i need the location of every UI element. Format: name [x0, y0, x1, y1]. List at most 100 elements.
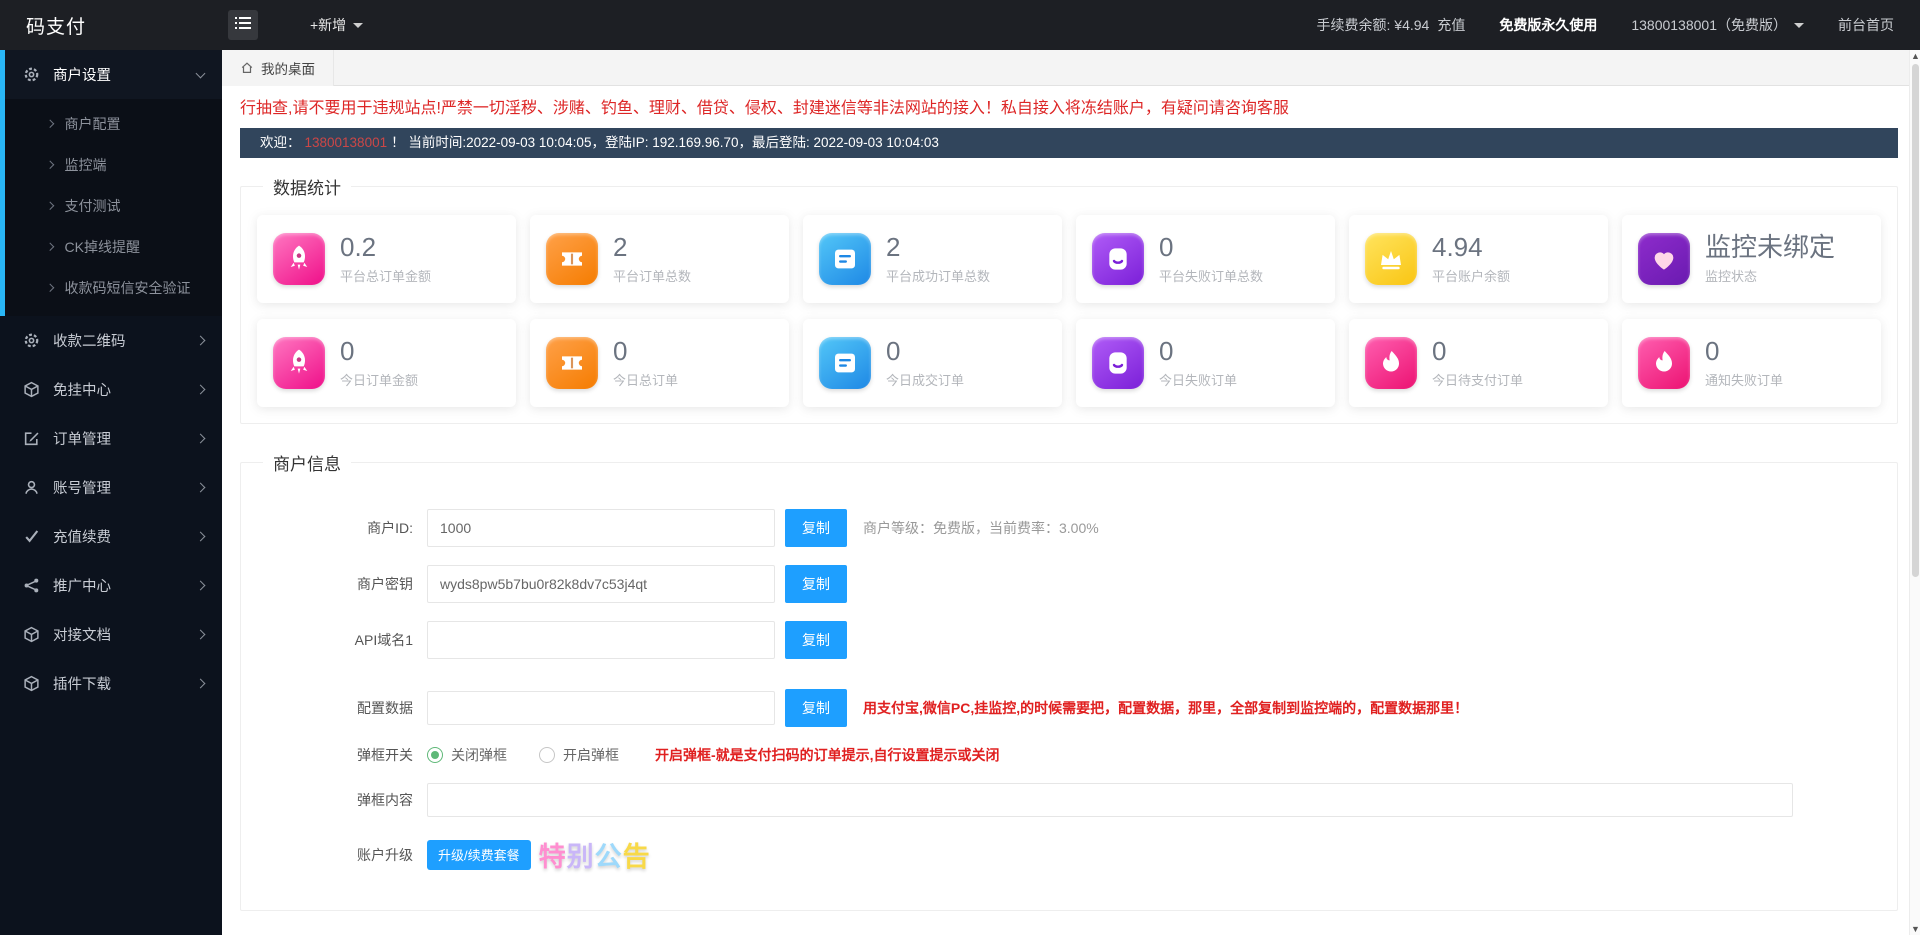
copy-button[interactable]: 复制	[785, 565, 847, 603]
check-icon	[23, 528, 40, 545]
free-version-badge[interactable]: 免费版永久使用	[1499, 15, 1597, 35]
sidebar-item-plugin-download[interactable]: 插件下载	[0, 659, 222, 708]
stat-label: 今日成交订单	[886, 370, 964, 389]
sidebar-item-order-management[interactable]: 订单管理	[0, 414, 222, 463]
chevron-right-icon	[196, 679, 206, 689]
stat-label: 今日失败订单	[1159, 370, 1237, 389]
merchant-id-input[interactable]	[427, 509, 775, 547]
share-icon	[23, 577, 40, 594]
config-data-row: 配置数据 复制 用支付宝,微信PC,挂监控,的时候需要把，配置数据，那里，全部复…	[317, 689, 1883, 727]
stat-card: 0 今日待支付订单	[1349, 319, 1608, 407]
stat-value: 0	[1159, 337, 1237, 367]
config-data-input[interactable]	[427, 691, 775, 725]
flame-icon	[1365, 337, 1417, 389]
ticket-icon	[546, 337, 598, 389]
stat-value: 2	[613, 233, 691, 263]
card-icon	[819, 337, 871, 389]
wallet-icon	[1092, 233, 1144, 285]
edit-icon	[23, 430, 40, 447]
copy-button[interactable]: 复制	[785, 509, 847, 547]
crown-icon	[1365, 233, 1417, 285]
popup-content-input[interactable]	[427, 783, 1793, 817]
sidebar-item-recharge-renew[interactable]: 充值续费	[0, 512, 222, 561]
radio-unchecked-icon	[539, 747, 555, 763]
sidebar: 商户设置 商户配置 监控端 支付测试 CK掉线提醒	[0, 50, 222, 935]
upgrade-renew-button[interactable]: 升级/续费套餐	[427, 840, 531, 870]
heart-icon	[1638, 233, 1690, 285]
sidebar-submenu: 商户配置 监控端 支付测试 CK掉线提醒 收款码短信安全验证	[5, 99, 222, 316]
stat-label: 平台账户余额	[1432, 266, 1510, 285]
welcome-account: 13800138001	[305, 135, 388, 150]
merchant-key-input[interactable]	[427, 565, 775, 603]
popup-switch-row: 弹框开关 关闭弹框 开启弹框 开启弹框-就是支付扫码的订单提示,自行设置提示或关…	[317, 745, 1883, 765]
sidebar-item-promotion-center[interactable]: 推广中心	[0, 561, 222, 610]
sidebar-group-merchant-settings: 商户设置 商户配置 监控端 支付测试 CK掉线提醒	[0, 50, 222, 316]
cube-icon	[23, 626, 40, 643]
sidebar-subitem-ck-offline-alert[interactable]: CK掉线提醒	[5, 226, 222, 267]
copy-button[interactable]: 复制	[785, 689, 847, 727]
stat-value: 0	[340, 337, 418, 367]
stats-section: 数据统计 0.2平台总订单金额 2平台订单总数 2平台成功订单总数	[240, 174, 1898, 424]
scroll-up-icon[interactable]: ▲	[1910, 51, 1920, 61]
api-domain-input[interactable]	[427, 621, 775, 659]
home-icon	[240, 61, 254, 75]
chevron-right-icon	[196, 385, 206, 395]
copy-button[interactable]: 复制	[785, 621, 847, 659]
sidebar-item-merchant-settings[interactable]: 商户设置	[5, 50, 222, 99]
gear-icon	[23, 332, 40, 349]
sidebar-subitem-pay-test[interactable]: 支付测试	[5, 185, 222, 226]
app-logo: 码支付	[0, 12, 222, 39]
sidebar-item-qrcode[interactable]: 收款二维码	[0, 316, 222, 365]
sidebar-item-account-management[interactable]: 账号管理	[0, 463, 222, 512]
stat-label: 平台失败订单总数	[1159, 266, 1263, 285]
special-announcement-link[interactable]: 特别公告	[539, 835, 651, 874]
stats-legend: 数据统计	[263, 174, 351, 199]
stat-value: 0	[886, 337, 964, 367]
recharge-link[interactable]: 充值	[1437, 15, 1465, 35]
menu-toggle-button[interactable]	[228, 10, 258, 40]
chevron-right-icon	[196, 581, 206, 591]
stat-label: 平台成功订单总数	[886, 266, 990, 285]
add-new-dropdown[interactable]: +新增	[310, 15, 363, 35]
stat-label: 平台总订单金额	[340, 266, 431, 285]
stat-card: 监控未绑定监控状态	[1622, 215, 1881, 303]
radio-close-popup[interactable]: 关闭弹框	[427, 745, 507, 765]
account-dropdown[interactable]: 13800138001（免费版）	[1631, 15, 1804, 35]
sidebar-item-docs[interactable]: 对接文档	[0, 610, 222, 659]
tab-bar: 我的桌面	[222, 50, 1920, 86]
chevron-down-icon	[1794, 23, 1804, 33]
sidebar-subitem-merchant-config[interactable]: 商户配置	[5, 103, 222, 144]
sidebar-subitem-monitor[interactable]: 监控端	[5, 144, 222, 185]
stat-label: 平台订单总数	[613, 266, 691, 285]
radio-open-popup[interactable]: 开启弹框	[539, 745, 619, 765]
scrollbar[interactable]: ▲ ▼	[1909, 50, 1920, 935]
stat-card: 0 今日成交订单	[803, 319, 1062, 407]
chevron-right-icon	[196, 630, 206, 640]
sidebar-subitem-sms-verify[interactable]: 收款码短信安全验证	[5, 267, 222, 308]
scroll-down-icon[interactable]: ▼	[1910, 924, 1920, 934]
front-home-link[interactable]: 前台首页	[1838, 15, 1894, 35]
cube-icon	[23, 381, 40, 398]
main-area: 我的桌面 行抽查,请不要用于违规站点!严禁一切淫秽、涉赌、钓鱼、理财、借贷、侵权…	[222, 50, 1920, 935]
stat-value: 0	[1432, 337, 1523, 367]
welcome-bar: 欢迎：13800138001！ 当前时间:2022-09-03 10:04:05…	[240, 128, 1898, 158]
scrolling-notice: 行抽查,请不要用于违规站点!严禁一切淫秽、涉赌、钓鱼、理财、借贷、侵权、封建迷信…	[240, 96, 1898, 122]
card-icon	[819, 233, 871, 285]
merchant-id-row: 商户ID: 复制 商户等级：免费版，当前费率：3.00%	[317, 509, 1883, 547]
chevron-right-icon	[46, 243, 54, 251]
scrollbar-thumb[interactable]	[1912, 64, 1919, 577]
stat-label: 今日待支付订单	[1432, 370, 1523, 389]
stat-label: 今日订单金额	[340, 370, 418, 389]
stat-card: 2平台成功订单总数	[803, 215, 1062, 303]
chevron-right-icon	[46, 120, 54, 128]
rocket-icon	[273, 337, 325, 389]
sidebar-item-free-hang-center[interactable]: 免挂中心	[0, 365, 222, 414]
chevron-right-icon	[196, 532, 206, 542]
wallet-icon	[1092, 337, 1144, 389]
stat-value: 监控未绑定	[1705, 233, 1835, 263]
gear-icon	[23, 66, 40, 83]
stat-card: 2 平台订单总数	[530, 215, 789, 303]
stat-label: 通知失败订单	[1705, 370, 1783, 389]
tab-my-desktop[interactable]: 我的桌面	[222, 50, 334, 86]
top-header: 码支付 +新增 手续费余额: ¥4.94 充值 免费版永久使用 13800138…	[0, 0, 1920, 50]
